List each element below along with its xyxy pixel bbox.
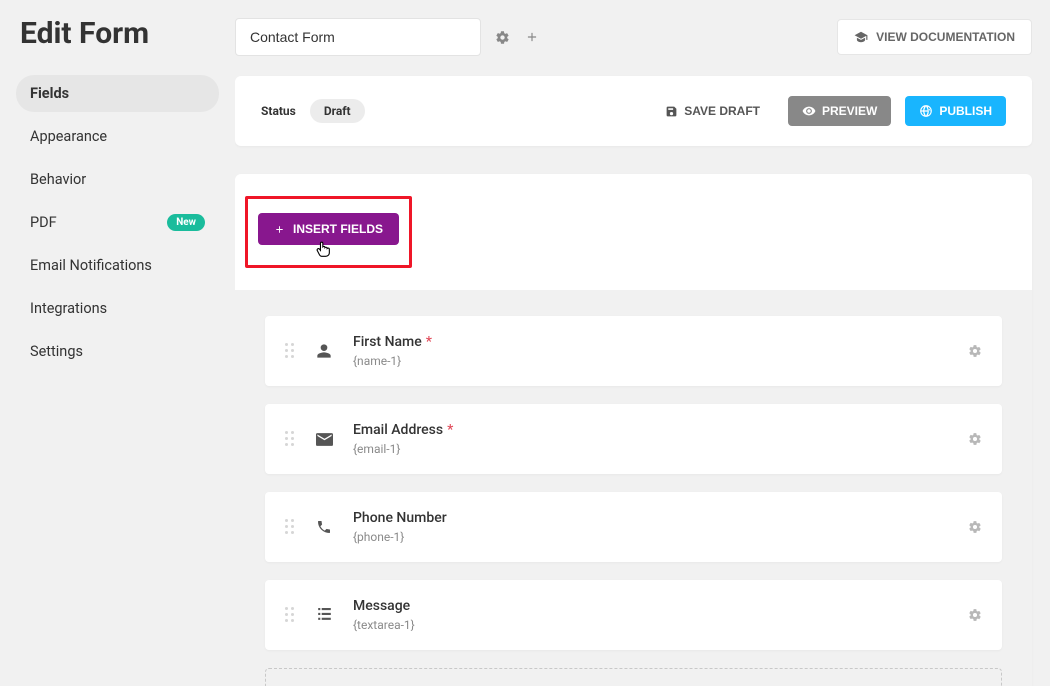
field-card[interactable]: Phone Number {phone-1} xyxy=(265,492,1002,562)
drag-handle-icon[interactable] xyxy=(285,431,295,447)
required-asterisk: * xyxy=(426,334,432,350)
sidebar-item-label: Fields xyxy=(30,85,69,102)
status-value: Draft xyxy=(310,99,365,123)
sidebar-item-settings[interactable]: Settings xyxy=(16,333,219,370)
sidebar-item-label: Behavior xyxy=(30,171,86,188)
field-label: Message xyxy=(353,598,948,614)
sidebar-nav: Fields Appearance Behavior PDF New Email… xyxy=(16,75,219,370)
sidebar-item-fields[interactable]: Fields xyxy=(16,75,219,112)
save-draft-button[interactable]: SAVE DRAFT xyxy=(651,96,774,126)
globe-icon xyxy=(919,104,933,118)
status-label: Status xyxy=(261,104,296,118)
new-badge: New xyxy=(167,214,205,231)
highlight-box: INSERT FIELDS xyxy=(245,196,412,268)
publish-label: PUBLISH xyxy=(939,104,992,118)
eye-icon xyxy=(802,104,816,118)
required-asterisk: * xyxy=(447,422,453,438)
textarea-icon xyxy=(315,608,333,622)
field-card[interactable]: Email Address* {email-1} xyxy=(265,404,1002,474)
view-documentation-label: VIEW DOCUMENTATION xyxy=(876,30,1015,44)
insert-fields-button[interactable]: INSERT FIELDS xyxy=(258,213,399,245)
fields-list: First Name* {name-1} Email Address* {ema… xyxy=(235,290,1032,686)
preview-button[interactable]: PREVIEW xyxy=(788,96,891,126)
field-label: First Name* xyxy=(353,334,948,350)
insert-fields-row: INSERT FIELDS xyxy=(235,196,1032,290)
sidebar-item-label: PDF xyxy=(30,214,57,231)
sidebar-item-label: Appearance xyxy=(30,128,107,145)
gear-icon[interactable] xyxy=(493,28,511,46)
gear-icon[interactable] xyxy=(968,608,982,622)
insert-fields-dropzone[interactable]: INSERT FIELDS xyxy=(265,668,1002,686)
field-text: Phone Number {phone-1} xyxy=(353,510,948,544)
page-title: Edit Form xyxy=(16,16,219,51)
field-card[interactable]: First Name* {name-1} xyxy=(265,316,1002,386)
user-icon xyxy=(315,343,333,359)
publish-button[interactable]: PUBLISH xyxy=(905,96,1006,126)
plus-icon[interactable] xyxy=(523,28,541,46)
field-text: First Name* {name-1} xyxy=(353,334,948,368)
field-label: Phone Number xyxy=(353,510,948,526)
preview-label: PREVIEW xyxy=(822,104,877,118)
drag-handle-icon[interactable] xyxy=(285,343,295,359)
field-slug: {phone-1} xyxy=(353,530,948,544)
field-slug: {textarea-1} xyxy=(353,618,948,632)
sidebar-item-behavior[interactable]: Behavior xyxy=(16,161,219,198)
gear-icon[interactable] xyxy=(968,344,982,358)
form-name-input[interactable] xyxy=(235,18,481,56)
field-text: Message {textarea-1} xyxy=(353,598,948,632)
sidebar-item-pdf[interactable]: PDF New xyxy=(16,204,219,241)
sidebar-item-label: Email Notifications xyxy=(30,257,152,274)
save-icon xyxy=(665,105,678,118)
save-draft-label: SAVE DRAFT xyxy=(684,104,760,118)
phone-icon xyxy=(315,519,333,535)
view-documentation-button[interactable]: VIEW DOCUMENTATION xyxy=(837,19,1032,55)
gear-icon[interactable] xyxy=(968,432,982,446)
drag-handle-icon[interactable] xyxy=(285,519,295,535)
gear-icon[interactable] xyxy=(968,520,982,534)
field-slug: {email-1} xyxy=(353,442,948,456)
main-content: VIEW DOCUMENTATION Status Draft SAVE DRA… xyxy=(235,0,1050,686)
sidebar-item-email-notifications[interactable]: Email Notifications xyxy=(16,247,219,284)
fields-panel: INSERT FIELDS First Name* {name-1} xyxy=(235,174,1032,686)
mail-icon xyxy=(315,433,333,446)
sidebar: Edit Form Fields Appearance Behavior PDF… xyxy=(0,0,235,686)
field-text: Email Address* {email-1} xyxy=(353,422,948,456)
sidebar-item-integrations[interactable]: Integrations xyxy=(16,290,219,327)
graduation-cap-icon xyxy=(854,30,868,44)
plus-icon xyxy=(274,224,285,235)
sidebar-item-label: Integrations xyxy=(30,300,107,317)
field-slug: {name-1} xyxy=(353,354,948,368)
sidebar-item-label: Settings xyxy=(30,343,83,360)
sidebar-item-appearance[interactable]: Appearance xyxy=(16,118,219,155)
insert-fields-label: INSERT FIELDS xyxy=(293,222,383,236)
status-panel: Status Draft SAVE DRAFT PREVIEW PUBLISH xyxy=(235,76,1032,146)
field-label: Email Address* xyxy=(353,422,948,438)
drag-handle-icon[interactable] xyxy=(285,607,295,623)
field-card[interactable]: Message {textarea-1} xyxy=(265,580,1002,650)
topbar: VIEW DOCUMENTATION xyxy=(235,18,1032,56)
